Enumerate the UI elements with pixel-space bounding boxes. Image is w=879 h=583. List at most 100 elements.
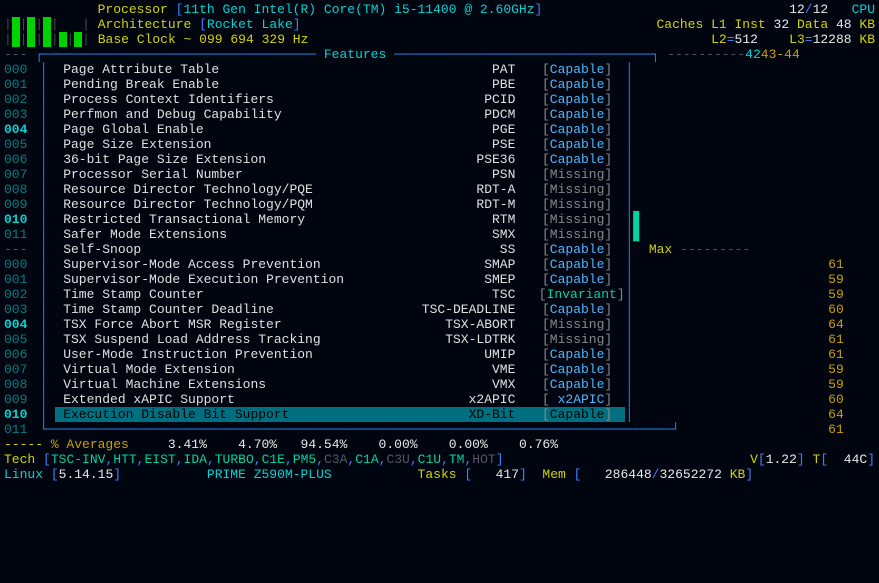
temp-value xyxy=(814,92,844,107)
feature-row[interactable]: 001 │ Pending Break EnablePBE [Capable]│ xyxy=(4,77,875,92)
gauge-mark xyxy=(633,152,641,167)
line-number: 007 xyxy=(4,362,32,377)
feature-status: [Capable] xyxy=(515,347,615,362)
feature-row[interactable]: 010 │ Restricted Transactional MemoryRTM… xyxy=(4,212,875,227)
feature-row[interactable]: 005 │ TSX Suspend Load Address TrackingT… xyxy=(4,332,875,347)
features-list[interactable]: 000 │ Page Attribute TablePAT [Capable]│… xyxy=(4,62,875,422)
feature-name: Page Size Extension xyxy=(55,137,405,152)
feature-row[interactable]: 007 │ Virtual Mode ExtensionVME [Capable… xyxy=(4,362,875,377)
feature-name: Virtual Machine Extensions xyxy=(55,377,405,392)
averages-row: ----- % Averages 3.41% 4.70% 94.54% 0.00… xyxy=(4,437,875,452)
line-number: 008 xyxy=(4,377,32,392)
feature-row[interactable]: --- │ Self-SnoopSS [Capable]│ Max ------… xyxy=(4,242,875,257)
feature-code: TSC-DEADLINE xyxy=(405,302,515,317)
line-number: 010 xyxy=(4,407,32,422)
feature-status: [Missing] xyxy=(515,227,615,242)
tech-item: C1A xyxy=(355,452,378,467)
line-number: 008 xyxy=(4,182,32,197)
line-number: 011 xyxy=(4,227,32,242)
feature-row[interactable]: 000 │ Supervisor-Mode Access PreventionS… xyxy=(4,257,875,272)
gauge-mark xyxy=(633,347,641,362)
temp-value: 64 xyxy=(814,317,844,332)
line-number: 001 xyxy=(4,272,32,287)
feature-row[interactable]: 000 │ Page Attribute TablePAT [Capable]│ xyxy=(4,62,875,77)
tech-item: IDA xyxy=(184,452,207,467)
feature-row[interactable]: 003 │ Perfmon and Debug CapabilityPDCM [… xyxy=(4,107,875,122)
feature-row[interactable]: 011 │ Safer Mode ExtensionsSMX [Missing]… xyxy=(4,227,875,242)
header-arch: |_|_|_| | Architecture [Rocket Lake] Cac… xyxy=(4,17,875,32)
feature-name: Pending Break Enable xyxy=(55,77,405,92)
temp-value: 60 xyxy=(814,302,844,317)
feature-status: [Missing] xyxy=(515,182,615,197)
feature-status: [Capable] xyxy=(515,242,615,257)
line-number: 010 xyxy=(4,212,32,227)
line-number: 003 xyxy=(4,302,32,317)
feature-row[interactable]: 002 │ Time Stamp CounterTSC [Invariant]│… xyxy=(4,287,875,302)
feature-status: [Capable] xyxy=(515,152,615,167)
line-number: 002 xyxy=(4,92,32,107)
gauge-mark xyxy=(633,377,641,392)
feature-name: TSX Suspend Load Address Tracking xyxy=(55,332,405,347)
feature-status: [ x2APIC] xyxy=(515,392,615,407)
status-bar: Linux [5.14.15] PRIME Z590M-PLUS Tasks [… xyxy=(4,467,875,482)
gauge-mark xyxy=(633,362,641,377)
feature-name: Time Stamp Counter xyxy=(55,287,405,302)
feature-name: Extended xAPIC Support xyxy=(55,392,405,407)
feature-row[interactable]: 004 │ TSX Force Abort MSR RegisterTSX-AB… xyxy=(4,317,875,332)
gauge-mark xyxy=(633,137,641,152)
feature-status: [Capable] xyxy=(515,137,615,152)
temp-value xyxy=(814,242,844,257)
feature-code: PGE xyxy=(405,122,515,137)
tech-item: EIST xyxy=(144,452,175,467)
feature-row[interactable]: 005 │ Page Size ExtensionPSE [Capable]│ xyxy=(4,137,875,152)
feature-status: [Capable] xyxy=(515,362,615,377)
feature-row[interactable]: 006 │ 36-bit Page Size ExtensionPSE36 [C… xyxy=(4,152,875,167)
feature-row[interactable]: 002 │ Process Context IdentifiersPCID [C… xyxy=(4,92,875,107)
feature-code: SS xyxy=(405,242,515,257)
temp-value: 59 xyxy=(814,287,844,302)
feature-row[interactable]: 001 │ Supervisor-Mode Execution Preventi… xyxy=(4,272,875,287)
feature-row[interactable]: 008 │ Resource Director Technology/PQERD… xyxy=(4,182,875,197)
feature-row[interactable]: 004 │ Page Global EnablePGE [Capable]│ xyxy=(4,122,875,137)
tech-item: , xyxy=(441,452,449,467)
gauge-mark xyxy=(633,257,641,272)
feature-code: XD-Bit xyxy=(405,407,515,422)
feature-status: [Missing] xyxy=(515,332,615,347)
feature-code: PAT xyxy=(405,62,515,77)
line-number: 006 xyxy=(4,347,32,362)
temp-value: 61 xyxy=(814,332,844,347)
feature-name: Resource Director Technology/PQM xyxy=(55,197,405,212)
feature-name: Safer Mode Extensions xyxy=(55,227,405,242)
feature-name: Processor Serial Number xyxy=(55,167,405,182)
feature-name: Perfmon and Debug Capability xyxy=(55,107,405,122)
feature-row[interactable]: 010 │ Execution Disable Bit SupportXD-Bi… xyxy=(4,407,875,422)
feature-status: [Missing] xyxy=(515,317,615,332)
feature-code: SMAP xyxy=(405,257,515,272)
feature-code: RDT-M xyxy=(405,197,515,212)
features-box-top: --- ┌───────────────────────────────────… xyxy=(4,47,875,62)
feature-name: Page Global Enable xyxy=(55,122,405,137)
feature-row[interactable]: 008 │ Virtual Machine ExtensionsVMX [Cap… xyxy=(4,377,875,392)
feature-status: [Capable] xyxy=(515,107,615,122)
gauge-mark xyxy=(633,392,641,407)
gauge-mark xyxy=(633,287,641,302)
line-number: 005 xyxy=(4,332,32,347)
feature-row[interactable]: 009 │ Extended xAPIC Supportx2APIC [ x2A… xyxy=(4,392,875,407)
feature-code: RDT-A xyxy=(405,182,515,197)
tech-item: TM xyxy=(449,452,465,467)
header-clock: |_| |_| | | Base Clock ~ 099 694 329 Hz … xyxy=(4,32,875,47)
feature-row[interactable]: 003 │ Time Stamp Counter DeadlineTSC-DEA… xyxy=(4,302,875,317)
feature-status: [Capable] xyxy=(515,62,615,77)
feature-row[interactable]: 007 │ Processor Serial NumberPSN [Missin… xyxy=(4,167,875,182)
gauge-mark xyxy=(633,272,641,287)
gauge-mark xyxy=(633,107,641,122)
feature-name: Execution Disable Bit Support xyxy=(55,407,405,422)
header-processor: Processor [ 11th Gen Intel(R) Core(TM) i… xyxy=(4,2,875,17)
feature-code: VME xyxy=(405,362,515,377)
feature-status: [Capable] xyxy=(515,377,615,392)
gauge-mark xyxy=(633,92,641,107)
feature-row[interactable]: 009 │ Resource Director Technology/PQMRD… xyxy=(4,197,875,212)
feature-row[interactable]: 006 │ User-Mode Instruction PreventionUM… xyxy=(4,347,875,362)
temp-value: 59 xyxy=(814,377,844,392)
feature-code: SMX xyxy=(405,227,515,242)
